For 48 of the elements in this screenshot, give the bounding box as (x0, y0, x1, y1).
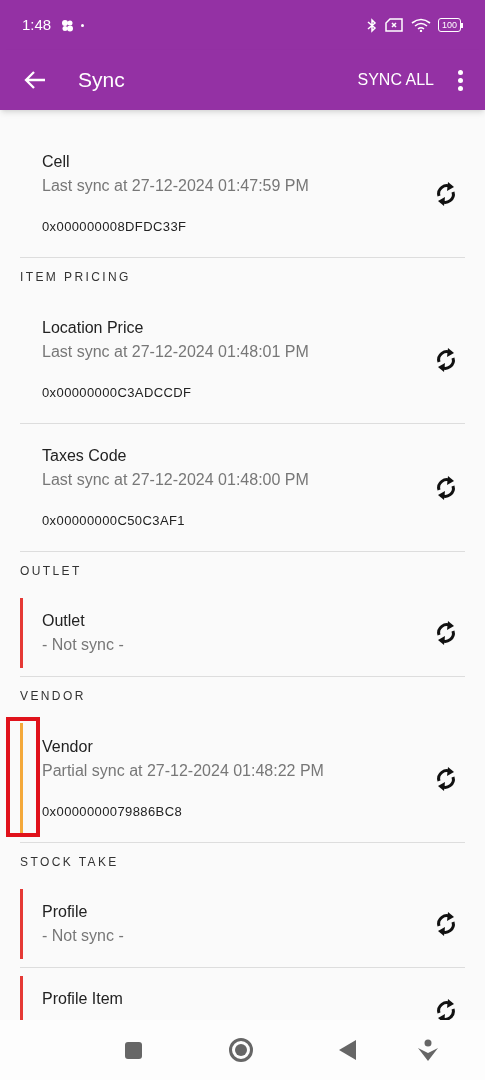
item-title: Profile Item (42, 989, 124, 1009)
item-title: Outlet (42, 611, 86, 631)
sync-icon[interactable] (435, 911, 457, 937)
sync-item[interactable]: Location Price Last sync at 27-12-2024 01:48:01 PM 0x00000000C3ADCCDF (20, 296, 465, 424)
section-header: VENDOR (20, 688, 86, 705)
sync-icon[interactable] (435, 180, 457, 207)
item-title: Vendor (42, 737, 94, 757)
sync-status-text: - Not sync - (42, 926, 125, 946)
sync-item[interactable]: Vendor Partial sync at 27-12-2024 01:48:22 PM 0x0000000079886BC8 (20, 715, 465, 843)
item-title: Location Price (42, 318, 145, 338)
sync-item[interactable]: Taxes Code Last sync at 27-12-2024 01:48:00 PM 0x00000000C50C3AF1 (20, 424, 465, 552)
item-title: Cell (42, 152, 71, 172)
sync-item[interactable]: Outlet - Not sync - (20, 590, 465, 677)
sync-status-text: Partial sync at 27-12-2024 01:48:22 PM (42, 761, 325, 781)
sync-icon[interactable] (435, 474, 457, 501)
sync-icon[interactable] (435, 765, 457, 792)
sync-icon[interactable] (435, 620, 457, 646)
sync-item[interactable]: Cell Last sync at 27-12-2024 01:47:59 PM 0x000000008DFDC33F (20, 130, 465, 258)
version-hash: 0x00000000C50C3AF1 (42, 512, 186, 530)
sync-status-text: - Not sync - (42, 635, 125, 655)
status-time: 1:48 (22, 14, 52, 35)
sync-all-button[interactable]: SYNC ALL (357, 68, 434, 92)
back-icon[interactable] (24, 71, 46, 89)
sim-off-icon (384, 18, 403, 32)
version-hash: 0x000000008DFDC33F (42, 218, 188, 236)
item-title: Profile (42, 902, 89, 922)
sync-status-text: Last sync at 27-12-2024 01:48:01 PM (42, 342, 310, 362)
wifi-icon (410, 18, 431, 32)
sync-icon[interactable] (435, 346, 457, 373)
more-icon[interactable] (458, 69, 463, 91)
back-nav-icon[interactable] (339, 1040, 356, 1060)
screen-title: Sync (78, 67, 125, 94)
notification-icon (61, 18, 75, 32)
bluetooth-icon (366, 17, 377, 33)
sync-icon[interactable] (435, 998, 457, 1020)
section-header: ITEM PRICING (20, 269, 131, 286)
version-hash: 0x00000000C3ADCCDF (42, 384, 193, 402)
sync-item[interactable]: Profile - Not sync - (20, 881, 465, 968)
assist-icon[interactable] (417, 1039, 439, 1061)
battery-icon: 100 (437, 18, 463, 32)
section-header: OUTLET (20, 563, 82, 580)
sync-status-text: Last sync at 27-12-2024 01:48:00 PM (42, 470, 310, 490)
item-title: Taxes Code (42, 446, 128, 466)
version-hash: 0x0000000079886BC8 (42, 803, 184, 821)
recents-icon[interactable] (125, 1041, 142, 1059)
sync-status-text: Last sync at 27-12-2024 01:47:59 PM (42, 176, 310, 196)
home-icon[interactable] (229, 1038, 253, 1062)
section-header: STOCK TAKE (20, 854, 119, 871)
